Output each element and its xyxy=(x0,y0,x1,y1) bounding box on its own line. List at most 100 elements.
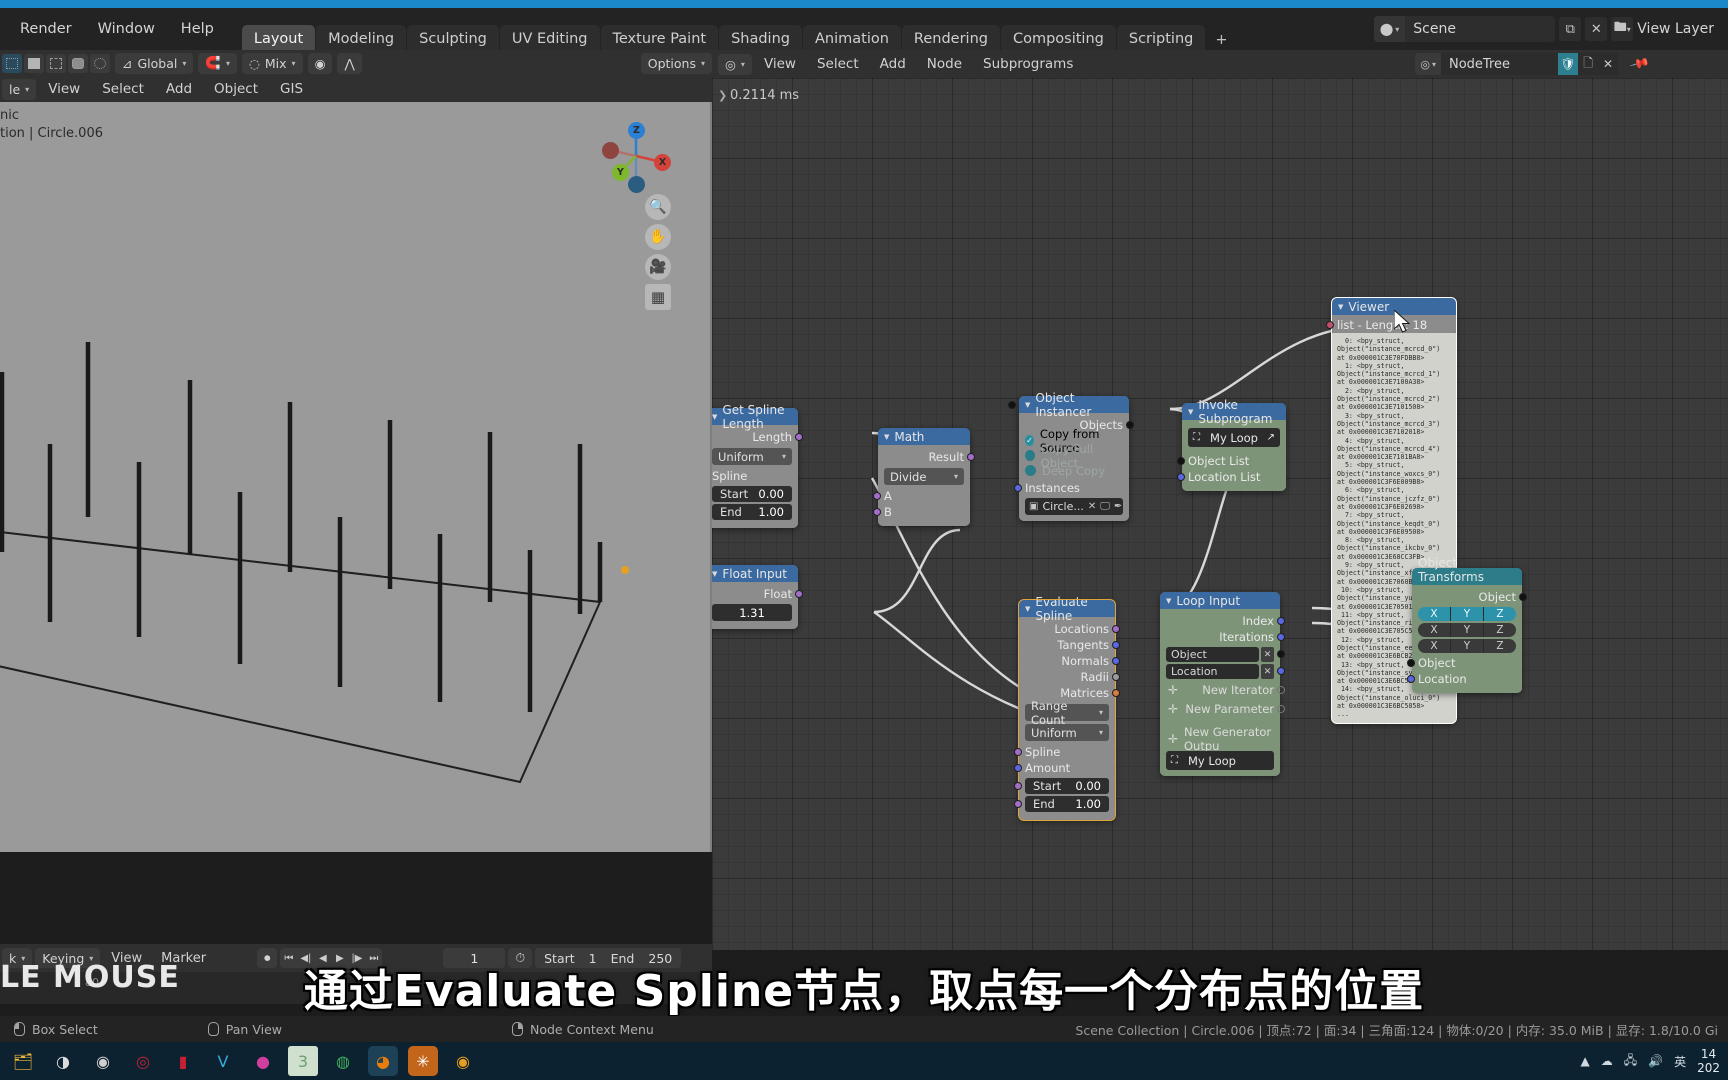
distribution-mode-dropdown[interactable]: Uniform ▾ xyxy=(1025,724,1109,741)
add-new-parameter-row[interactable]: ✛ New Parameter xyxy=(1166,701,1285,717)
subprogram-selector[interactable]: ⛶ My Loop ↗ xyxy=(1188,428,1280,447)
socket-object-out[interactable]: Object xyxy=(1418,589,1527,605)
plus-icon[interactable]: ✛ xyxy=(1168,683,1178,697)
socket-object-list[interactable]: Object List xyxy=(1177,453,1280,469)
select-tweak-icon[interactable] xyxy=(2,53,22,73)
file-explorer-icon[interactable]: 🗂 xyxy=(8,1046,38,1076)
socket-tangents[interactable]: Tangents xyxy=(1025,637,1120,653)
unlink-scene-icon[interactable]: ✕ xyxy=(1585,17,1608,41)
fake-user-shield-icon[interactable]: 🛡 xyxy=(1558,53,1579,75)
output-socket-normals[interactable] xyxy=(1112,657,1120,665)
socket-matrices[interactable]: Matrices xyxy=(1025,685,1120,701)
node-header[interactable]: ▼ Math xyxy=(878,428,970,445)
socket-float[interactable]: Float xyxy=(712,586,803,602)
socket-object-in[interactable]: Object xyxy=(1407,655,1516,671)
input-socket-start[interactable] xyxy=(1014,782,1022,790)
node-get-spline-length[interactable]: ▼ Get Spline Length Length Uniform ▾ Spl… xyxy=(712,403,803,528)
checkbox-copy-full-object[interactable]: Copy Full Object xyxy=(1025,442,1123,470)
ne-menu-node[interactable]: Node xyxy=(918,53,971,75)
spline-mode-dropdown[interactable]: Uniform ▾ xyxy=(712,448,792,465)
input-socket-location[interactable] xyxy=(1407,675,1415,683)
netease-music-icon[interactable]: ◎ xyxy=(128,1046,158,1076)
output-socket-radii[interactable] xyxy=(1112,673,1120,681)
axis-y[interactable]: Y xyxy=(1451,623,1484,637)
tray-volume-icon[interactable]: 🔊 xyxy=(1648,1054,1663,1068)
param-name-field[interactable]: Object xyxy=(1166,647,1259,662)
collapse-triangle-icon[interactable]: ▼ xyxy=(1025,605,1030,613)
output-socket-iterations[interactable] xyxy=(1277,633,1285,641)
output-socket-location[interactable] xyxy=(1277,667,1285,675)
input-socket-data[interactable] xyxy=(1326,321,1334,329)
eye-app-icon[interactable]: ◉ xyxy=(448,1046,478,1076)
axis-z[interactable]: Z xyxy=(1484,639,1516,653)
chrome-icon[interactable]: ◍ xyxy=(328,1046,358,1076)
socket-amount[interactable]: Amount xyxy=(1014,760,1109,776)
node-object-transforms-output[interactable]: Object Transforms Output Object X Y Z X … xyxy=(1407,556,1527,693)
add-new-iterator-row[interactable]: ✛ New Iterator xyxy=(1166,682,1285,698)
param-row-location[interactable]: Location ✕ xyxy=(1166,664,1285,679)
axis-y[interactable]: Y xyxy=(1451,639,1484,653)
3dmax-icon[interactable]: 3 xyxy=(288,1046,318,1076)
open-subprogram-icon[interactable]: ↗ xyxy=(1267,432,1275,443)
vp-menu-view[interactable]: View xyxy=(38,78,90,100)
field-end[interactable]: End 1.00 xyxy=(712,504,792,520)
socket-spline[interactable]: Spline xyxy=(1014,744,1109,760)
spiral-app-icon[interactable]: ◉ xyxy=(88,1046,118,1076)
new-scene-icon[interactable]: ⧉ xyxy=(1559,17,1582,41)
node-editor-canvas[interactable]: ❯ 0.2114 ms ▼ Get Spline Length Length U… xyxy=(712,78,1728,950)
clear-object-icon[interactable]: ✕ xyxy=(1088,501,1096,512)
axis-y[interactable]: Y xyxy=(1451,607,1484,621)
node-invoke-subprogram[interactable]: ▼ Invoke Subprogram ⛶ My Loop ↗ Object L… xyxy=(1177,398,1286,491)
office-icon[interactable]: ● xyxy=(248,1046,278,1076)
wps-icon[interactable]: ▮ xyxy=(168,1046,198,1076)
pin-icon[interactable]: 📌 xyxy=(1620,48,1661,80)
socket-index[interactable]: Index xyxy=(1166,613,1285,629)
plus-icon[interactable]: ✛ xyxy=(1168,732,1178,746)
socket-location-in[interactable]: Location xyxy=(1407,671,1516,687)
menu-window[interactable]: Window xyxy=(86,17,167,41)
select-circle-icon[interactable] xyxy=(90,53,110,73)
input-socket-a[interactable] xyxy=(873,492,881,500)
axis-x[interactable]: X xyxy=(1418,639,1451,653)
param-name-field[interactable]: Location xyxy=(1166,664,1259,679)
output-socket-result[interactable] xyxy=(967,453,975,461)
sidebar-expand-icon[interactable]: ❯ xyxy=(718,89,727,102)
plus-icon[interactable]: ✛ xyxy=(1168,702,1178,716)
axis-x[interactable]: X xyxy=(1418,623,1451,637)
tray-network-icon[interactable]: 🖧 xyxy=(1624,1051,1637,1072)
select-box-icon[interactable] xyxy=(24,53,44,73)
socket-b[interactable]: B xyxy=(873,504,964,520)
ne-menu-view[interactable]: View xyxy=(755,53,805,75)
collapse-triangle-icon[interactable]: ▼ xyxy=(712,570,717,578)
eyedropper-icon[interactable]: ✒ xyxy=(1114,501,1122,512)
star-app-icon[interactable]: ✳ xyxy=(408,1046,438,1076)
output-socket-objects[interactable] xyxy=(1126,421,1134,429)
input-socket-amount[interactable] xyxy=(1014,764,1022,772)
input-socket-location-list[interactable] xyxy=(1177,473,1185,481)
3d-viewport[interactable]: nic tion | Circle.006 Z Y X 🔍 ✋ 🎥 ▦ xyxy=(0,102,712,852)
transform-row-location[interactable]: X Y Z xyxy=(1418,607,1516,621)
field-start[interactable]: Start 0.00 xyxy=(712,486,792,502)
output-socket-object[interactable] xyxy=(1519,593,1527,601)
tray-cloud-icon[interactable]: ☁ xyxy=(1601,1054,1613,1068)
transform-orientation-dropdown[interactable]: ⊿ Global ▾ xyxy=(115,52,194,74)
input-socket-source[interactable] xyxy=(1008,401,1016,409)
output-socket-object[interactable] xyxy=(1277,650,1285,658)
axis-z[interactable]: Z xyxy=(1484,623,1516,637)
output-socket-matrices[interactable] xyxy=(1112,689,1120,697)
interaction-mode-dropdown[interactable]: le ▾ xyxy=(2,78,37,100)
output-socket-locations[interactable] xyxy=(1112,625,1120,633)
output-socket-tangents[interactable] xyxy=(1112,641,1120,649)
menu-render[interactable]: Render xyxy=(8,17,84,41)
node-float-input[interactable]: ▼ Float Input Float 1.31 xyxy=(712,565,803,629)
falloff-curve-icon[interactable]: ⋀ xyxy=(337,52,362,74)
select-extend-icon[interactable] xyxy=(68,53,88,73)
socket-locations[interactable]: Locations xyxy=(1025,621,1120,637)
source-object-field[interactable]: ▣ Circle... ✕ 🖵 ✒ xyxy=(1008,401,1123,515)
viewlayer-icon[interactable]: 🖿 ▾ xyxy=(1611,17,1634,41)
select-lasso-icon[interactable] xyxy=(46,53,66,73)
input-socket-object-list[interactable] xyxy=(1177,457,1185,465)
node-object-instancer[interactable]: ▼ Object Instancer Objects ✓ Copy from S… xyxy=(1008,391,1134,521)
input-socket-instances[interactable] xyxy=(1014,484,1022,492)
scene-selector[interactable]: ⬤ ▾ Scene xyxy=(1373,16,1556,42)
